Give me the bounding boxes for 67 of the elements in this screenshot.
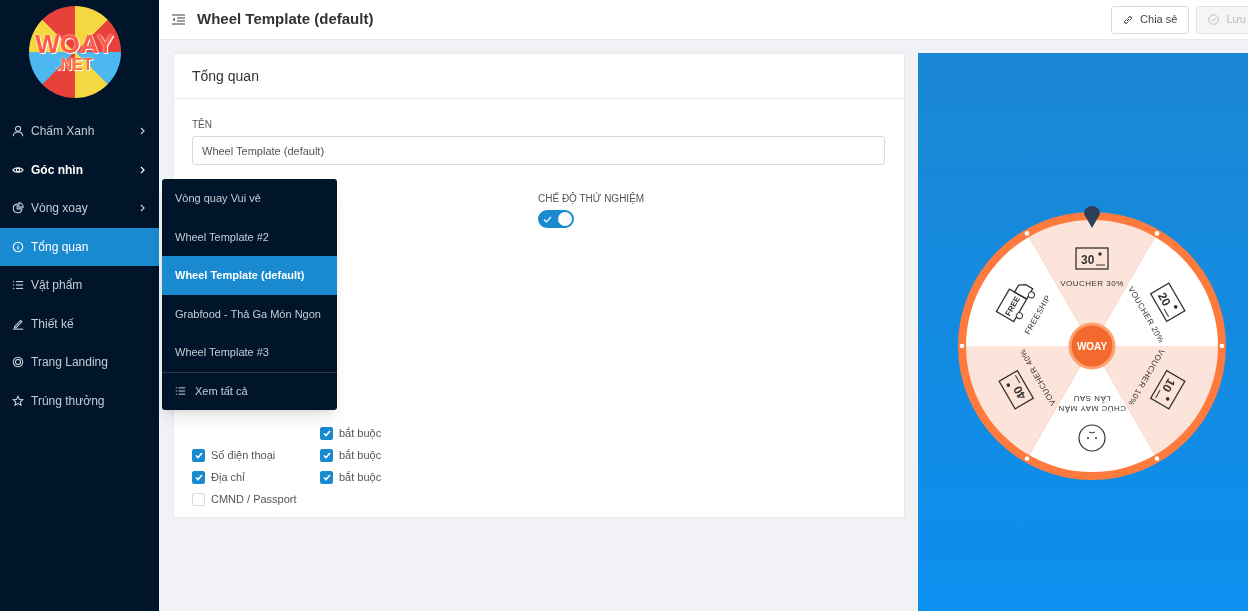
checkbox[interactable] xyxy=(192,449,205,462)
info-icon xyxy=(12,240,24,253)
pen-icon xyxy=(12,317,24,330)
pie-chart-icon xyxy=(12,202,24,215)
checkbox-label: Địa chỉ xyxy=(211,470,245,486)
slice-label: LẦN SAU xyxy=(1073,394,1111,403)
pointer-icon xyxy=(1084,206,1100,228)
check-icon xyxy=(543,216,552,223)
sidebar-label: Chấm Xanh xyxy=(31,123,95,141)
check-circle-icon xyxy=(1208,14,1220,25)
slice-label: VOUCHER 30% xyxy=(1060,279,1124,288)
page-title: Wheel Template (default) xyxy=(197,9,374,30)
list-icon xyxy=(175,386,186,396)
name-field[interactable]: Wheel Template (default) xyxy=(192,136,885,165)
sidebar-label: Trang Landing xyxy=(31,354,108,372)
sidebar-item[interactable]: Góc nhìn xyxy=(0,150,159,189)
card-title: Tổng quan xyxy=(192,66,259,86)
globe-icon xyxy=(12,356,24,369)
sidebar-item[interactable]: Vòng xoay xyxy=(0,189,159,228)
sidebar-label: Vật phẩm xyxy=(31,277,83,295)
toggle-switch[interactable] xyxy=(538,210,574,228)
dropdown-item[interactable]: Vòng quay Vui vẻ xyxy=(162,179,337,218)
sidebar-item[interactable]: Chấm Xanh xyxy=(0,112,159,151)
field-label: CHẾ ĐỘ THỬ NGHIỆM xyxy=(538,191,645,206)
rim-light xyxy=(1024,456,1030,461)
sidebar-label: Vòng xoay xyxy=(31,200,88,218)
link-icon xyxy=(1123,14,1134,25)
field-label: TÊN xyxy=(192,117,213,132)
menu-fold-icon[interactable] xyxy=(172,14,185,25)
coupon-icon: 30 xyxy=(1075,247,1109,270)
view-all-link[interactable]: Xem tất cả xyxy=(162,371,337,410)
checkbox[interactable] xyxy=(320,427,333,440)
rim-light xyxy=(1154,231,1160,236)
slice-label: CHÚC MAY MẮN xyxy=(1058,404,1126,413)
checkbox-label: bắt buộc xyxy=(339,426,382,442)
face-icon xyxy=(1078,424,1106,452)
spin-label: WOAY xyxy=(1076,341,1108,352)
rim-light xyxy=(1154,456,1160,461)
checkbox-label: bắt buộc xyxy=(339,448,382,464)
sidebar-item[interactable]: Trang Landing xyxy=(0,343,159,382)
sidebar-label: Tổng quan xyxy=(31,238,89,256)
rim-light xyxy=(1024,231,1030,236)
sidebar-item[interactable]: Vật phẩm xyxy=(0,266,159,305)
sidebar-label: Thiết kế xyxy=(31,315,74,333)
rim-light xyxy=(1219,343,1225,349)
dropdown-item[interactable]: Wheel Template #2 xyxy=(162,217,337,256)
share-button[interactable]: Chia sẻ xyxy=(1111,5,1190,34)
dropdown-item[interactable]: Wheel Template (default) xyxy=(162,256,337,295)
checkbox-label: bắt buộc xyxy=(339,470,382,486)
rim-light xyxy=(959,343,965,349)
checkbox-label: Số điện thoại xyxy=(211,448,276,464)
checkbox[interactable] xyxy=(320,471,333,484)
checkbox[interactable] xyxy=(192,471,205,484)
logo-text: .NET xyxy=(56,57,93,73)
dropdown-item[interactable]: Wheel Template #3 xyxy=(162,333,337,372)
user-icon xyxy=(12,125,24,138)
dropdown-item[interactable]: Grabfood - Thả Ga Món Ngon xyxy=(162,294,337,333)
list-icon xyxy=(12,279,24,292)
star-icon xyxy=(12,394,24,407)
checkbox-label: CMND / Passport xyxy=(211,492,297,508)
sidebar-label: Trúng thưởng xyxy=(31,392,105,410)
checkbox[interactable] xyxy=(320,449,333,462)
sidebar-item[interactable]: Thiết kế xyxy=(0,304,159,343)
sidebar-item[interactable]: Trúng thưởng xyxy=(0,381,159,420)
spin-button[interactable] xyxy=(1068,322,1116,370)
sidebar-item[interactable]: Tổng quan xyxy=(0,227,159,266)
sidebar-label: Góc nhìn xyxy=(31,161,83,179)
